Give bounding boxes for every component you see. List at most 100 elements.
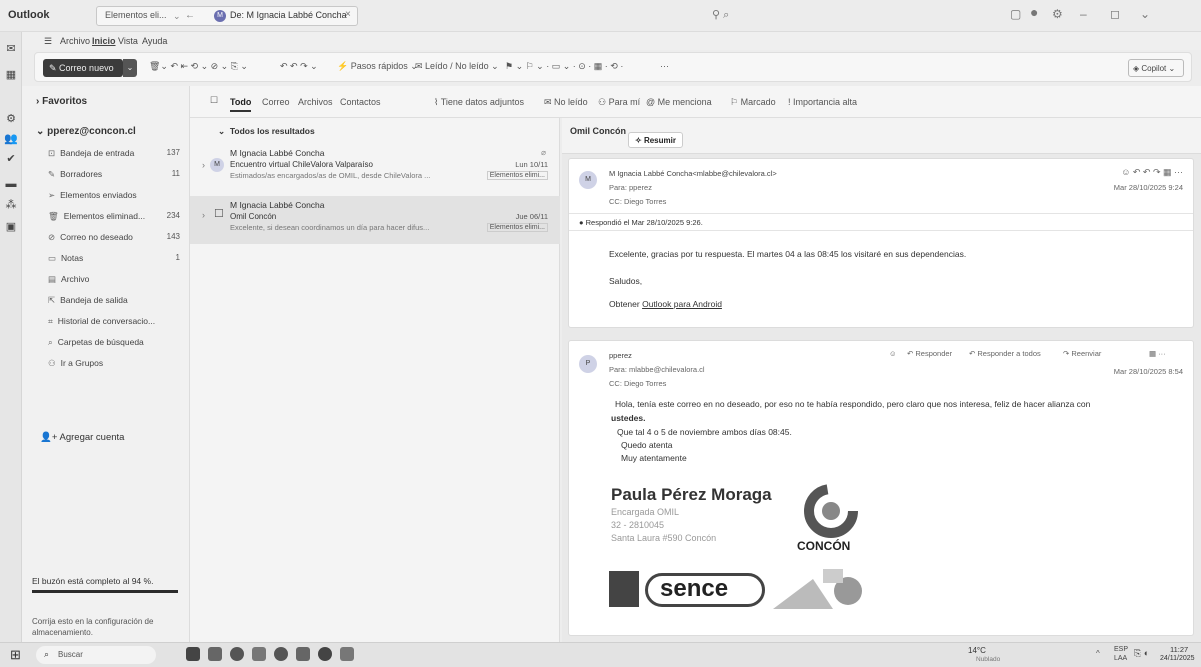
select-all-checkbox[interactable]: ☐	[210, 95, 218, 106]
folder-item[interactable]: ⊘ Correo no deseado 143	[48, 232, 180, 243]
search-icon[interactable]: ⚲ ⌕	[712, 8, 729, 22]
minimize-icon[interactable]: –	[1080, 7, 1087, 21]
hamburger-icon[interactable]: ☰	[44, 36, 52, 47]
filter-mentions[interactable]: @ Me menciona	[646, 97, 712, 107]
maximize-icon[interactable]: ◻	[1110, 7, 1120, 21]
copilot-button[interactable]: ◈ Copilot ⌄	[1128, 59, 1184, 77]
sender-address[interactable]: pperez	[609, 351, 632, 360]
summarize-button[interactable]: ✧ Resumir	[628, 132, 683, 148]
people-icon[interactable]: 👥	[4, 132, 18, 146]
app-icon[interactable]	[318, 647, 332, 661]
menu-archivo[interactable]: Archivo	[60, 36, 90, 46]
reply-button[interactable]: ↶ Responder	[907, 349, 952, 358]
apps-icon[interactable]: ▣	[4, 220, 18, 234]
chrome-icon[interactable]	[274, 647, 288, 661]
menu-inicio[interactable]: Inicio	[92, 36, 116, 46]
list-item[interactable]: › ☐ M Ignacia Labbé Concha Omil Concón E…	[190, 196, 560, 244]
clock-time[interactable]: 11:27	[1170, 645, 1188, 654]
chevron-right-icon[interactable]: ›	[202, 210, 205, 220]
recipient-cc[interactable]: CC: Diego Torres	[609, 379, 666, 388]
language-primary[interactable]: ESP	[1114, 646, 1128, 653]
list-item[interactable]: › M M Ignacia Labbé Concha Encuentro vir…	[190, 144, 560, 192]
outlook-icon[interactable]	[340, 647, 354, 661]
folder-item[interactable]: ➢ Elementos enviados	[48, 190, 178, 201]
org-icon[interactable]: ⁂	[4, 198, 18, 212]
filter-to-me[interactable]: ⚇ Para mí	[598, 97, 640, 108]
account-header[interactable]: ⌄ pperez@concon.cl	[36, 126, 136, 137]
more-icon[interactable]: ▦ ···	[1149, 349, 1166, 358]
quick-steps-button[interactable]: ⚡ Pasos rápidos ⌄	[337, 61, 418, 72]
folder-item[interactable]: ⊡ Bandeja de entrada 137	[48, 148, 180, 159]
flag-icon[interactable]: ⚑ ⌄ ⚐ ⌄ · ▭ ⌄ · ⊙ · ▦ · ⟲ ·	[505, 61, 623, 72]
menu-vista[interactable]: Vista	[118, 36, 138, 46]
title-bar: Outlook Elementos eli... ⌄ ← M De: M Ign…	[0, 0, 1201, 32]
reply-icon[interactable]: ☺ ↶ ↶ ↷ ▦ ···	[1121, 167, 1183, 178]
close-icon[interactable]: ×	[345, 9, 351, 20]
folder-item[interactable]: ⌕ Carpetas de búsqueda	[48, 337, 178, 348]
filter-importance[interactable]: ! Importancia alta	[788, 97, 857, 107]
weather-temp[interactable]: 14°C	[968, 646, 986, 655]
filter-correo[interactable]: Correo	[262, 97, 290, 107]
chevron-up-icon[interactable]: ^	[1096, 649, 1100, 658]
folder-item[interactable]: ▭ Notas 1	[48, 253, 180, 264]
filter-attachments[interactable]: ⌇ Tiene datos adjuntos	[434, 97, 524, 108]
delete-icon[interactable]: 🗑⌄ ↶ ⇤ ⟲ ⌄ ⊘ ⌄ ⎘ ⌄	[149, 61, 248, 72]
new-mail-button[interactable]: ✎ Correo nuevo	[43, 59, 123, 77]
outlook-android-link[interactable]: Outlook para Android	[642, 299, 722, 309]
taskview-icon[interactable]	[186, 647, 200, 661]
recipient-cc[interactable]: CC: Diego Torres	[609, 197, 666, 206]
recipient-to[interactable]: Para: mlabbe@chilevalora.cl	[609, 365, 705, 374]
reply-all-button[interactable]: ↶ Responder a todos	[969, 349, 1041, 358]
read-unread-button[interactable]: ✉ Leído / No leído ⌄	[415, 61, 499, 72]
favorites-header[interactable]: › Favoritos	[36, 96, 87, 107]
meet-icon[interactable]: ▢	[1010, 7, 1021, 21]
filter-unread[interactable]: ✉ No leído	[544, 97, 588, 108]
forward-button[interactable]: ↷ Reenviar	[1063, 349, 1101, 358]
todo-icon[interactable]: ✔	[4, 152, 18, 166]
emoji-icon[interactable]: ☺	[889, 349, 897, 358]
folder-item[interactable]: ✎ Borradores 11	[48, 169, 180, 180]
settings-icon[interactable]: ⚙	[4, 112, 18, 126]
files-icon[interactable]: ▬	[4, 178, 18, 192]
taskbar-search[interactable]: ⌕ Buscar	[36, 646, 156, 664]
chevron-down-icon[interactable]: ⌄	[173, 11, 181, 22]
folder-item[interactable]: ▤ Archivo	[48, 274, 178, 285]
chevron-down-icon[interactable]: ⌄	[123, 59, 137, 77]
reply-icon[interactable]: ↶ ↶ ↷ ⌄	[280, 61, 318, 72]
language-secondary[interactable]: LAA	[1114, 655, 1127, 662]
chevron-down-icon[interactable]: ⌄	[1140, 7, 1150, 21]
back-arrow-icon[interactable]: ←	[185, 10, 195, 21]
folder-item[interactable]: 🗑 Elementos eliminad... 234	[48, 211, 180, 222]
settings-icon[interactable]: ⚙	[1052, 7, 1063, 21]
add-account-label: Agregar cuenta	[59, 432, 125, 443]
notification-icon[interactable]: ●	[1030, 4, 1038, 20]
search-scope-dropdown[interactable]: Elementos eli...	[105, 10, 167, 20]
start-icon[interactable]: ⊞	[10, 647, 21, 663]
folder-item[interactable]: ⇱ Bandeja de salida	[48, 295, 178, 306]
filter-todo[interactable]: Todo	[230, 97, 252, 112]
folder-item[interactable]: ⚇ Ir a Grupos	[48, 358, 178, 369]
folder-item[interactable]: ⌗ Historial de conversacio...	[48, 316, 178, 327]
message-checkbox[interactable]: ☐	[214, 207, 224, 220]
teams-icon[interactable]	[296, 647, 310, 661]
menu-ayuda[interactable]: Ayuda	[142, 36, 167, 46]
files-icon[interactable]	[208, 647, 222, 661]
sender-address[interactable]: M Ignacia Labbé Concha<mlabbe@chilevalor…	[609, 169, 777, 178]
network-icon[interactable]: ⎘ ◐	[1134, 648, 1149, 659]
filter-archivos[interactable]: Archivos	[298, 97, 333, 107]
search-query-chip[interactable]: De: M Ignacia Labbé Concha	[230, 10, 347, 20]
chevron-right-icon[interactable]: ›	[202, 160, 205, 170]
store-icon[interactable]	[252, 647, 266, 661]
storage-settings-link[interactable]: Corrija esto en la configuración de alma…	[32, 616, 182, 638]
recipient-to[interactable]: Para: pperez	[609, 183, 652, 192]
search-box[interactable]: Elementos eli... ⌄ ← M De: M Ignacia Lab…	[96, 6, 358, 26]
results-header[interactable]: ⌄ Todos los resultados	[218, 126, 315, 137]
clock-date[interactable]: 24/11/2025	[1160, 655, 1195, 662]
calendar-icon[interactable]: ▦	[4, 68, 18, 82]
filter-contactos[interactable]: Contactos	[340, 97, 381, 107]
edge-icon[interactable]	[230, 647, 244, 661]
filter-flagged[interactable]: ⚐ Marcado	[730, 97, 776, 108]
mail-icon[interactable]: ✉	[4, 42, 18, 56]
add-account-button[interactable]: 👤+ Agregar cuenta	[40, 432, 124, 443]
more-icon[interactable]: ···	[660, 61, 669, 71]
